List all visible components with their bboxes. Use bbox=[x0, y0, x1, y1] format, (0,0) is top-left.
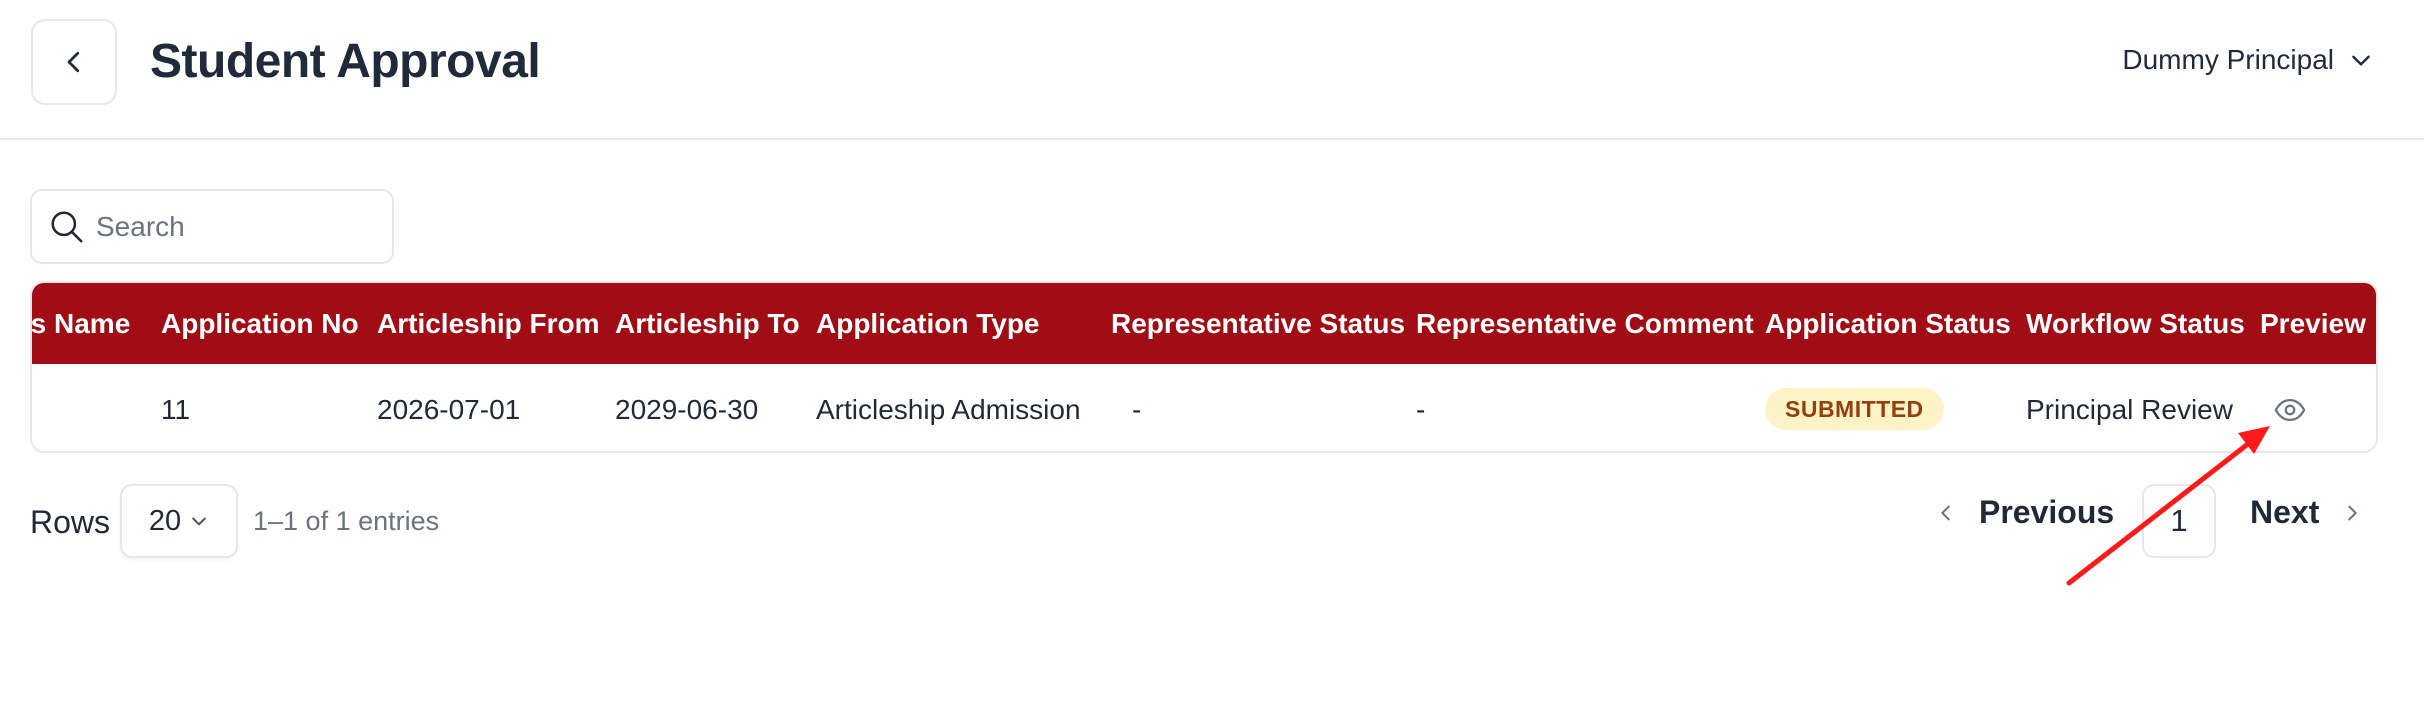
rows-per-page-value: 20 bbox=[148, 504, 182, 537]
search-box[interactable] bbox=[30, 189, 394, 264]
rows-per-page-select[interactable]: 20 bbox=[120, 484, 238, 558]
next-label: Next bbox=[2250, 494, 2320, 530]
column-header-application-no[interactable]: Application No bbox=[161, 283, 359, 364]
search-icon bbox=[51, 210, 83, 243]
table-row: 11 2026-07-01 2029-06-30 Articleship Adm… bbox=[32, 364, 2376, 451]
cell-workflow-status: Principal Review bbox=[2026, 394, 2233, 425]
column-header-representative-comment[interactable]: Representative Comment bbox=[1416, 283, 1754, 364]
search-input[interactable] bbox=[96, 210, 376, 243]
chevron-down-icon bbox=[192, 517, 206, 526]
chevron-down-icon bbox=[2352, 55, 2370, 66]
cell-representative-comment: - bbox=[1416, 394, 1426, 425]
previous-button[interactable]: Previous bbox=[1935, 494, 2114, 531]
column-header-application-status[interactable]: Application Status bbox=[1765, 283, 2011, 364]
cell-articleship-from: 2026-07-01 bbox=[377, 394, 521, 425]
column-header-preview[interactable]: Preview bbox=[2260, 283, 2366, 364]
back-button[interactable] bbox=[31, 19, 117, 105]
table-header: 's Name Application No Articleship From … bbox=[32, 283, 2376, 364]
user-menu[interactable]: Dummy Principal bbox=[2122, 44, 2374, 76]
eye-icon[interactable] bbox=[2273, 393, 2307, 427]
rows-label: Rows bbox=[30, 504, 111, 540]
applications-table: 's Name Application No Articleship From … bbox=[30, 281, 2378, 453]
column-header-articleship-from[interactable]: Articleship From bbox=[377, 283, 599, 364]
previous-label: Previous bbox=[1979, 494, 2115, 530]
chevron-right-icon bbox=[2348, 505, 2358, 520]
top-bar: Student Approval Dummy Principal bbox=[0, 0, 2424, 140]
column-header-articleship-to[interactable]: Articleship To bbox=[615, 283, 800, 364]
next-button[interactable]: Next bbox=[2250, 494, 2363, 531]
page-number-button[interactable]: 1 bbox=[2142, 484, 2216, 558]
column-header-representative-status[interactable]: Representative Status bbox=[1111, 283, 1405, 364]
chevron-left-icon bbox=[67, 51, 80, 73]
entries-count: 1–1 of 1 entries bbox=[253, 506, 440, 536]
page-title: Student Approval bbox=[150, 35, 541, 88]
cell-articleship-to: 2029-06-30 bbox=[615, 394, 759, 425]
chevron-left-icon bbox=[1941, 505, 1950, 520]
cell-application-no: 11 bbox=[161, 394, 191, 425]
cell-representative-status: - bbox=[1132, 394, 1142, 425]
column-header-name[interactable]: 's Name bbox=[32, 283, 130, 364]
column-header-workflow-status[interactable]: Workflow Status bbox=[2026, 283, 2245, 364]
column-header-application-type[interactable]: Application Type bbox=[816, 283, 1040, 364]
cell-application-type: Articleship Admission bbox=[816, 394, 1081, 425]
status-badge: SUBMITTED bbox=[1765, 388, 1944, 430]
user-name: Dummy Principal bbox=[2122, 44, 2334, 75]
